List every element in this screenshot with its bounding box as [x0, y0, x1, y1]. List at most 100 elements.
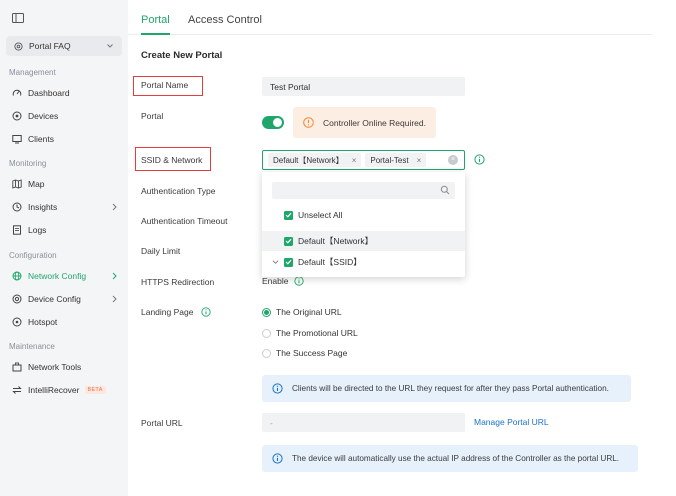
landing-page-label: Landing Page [141, 307, 212, 317]
dropdown-unselect-all[interactable]: Unselect All [262, 205, 465, 225]
map-icon [12, 179, 22, 189]
globe-icon [12, 271, 22, 281]
logs-icon [12, 225, 22, 235]
recover-arrows-icon [12, 385, 22, 395]
radio-original-url[interactable]: The Original URL [262, 307, 342, 317]
site-name: Portal FAQ [29, 41, 71, 51]
sidebar-item-network-config[interactable]: Network Config [12, 269, 120, 283]
sidebar-item-label: Network Config [28, 271, 87, 281]
enable-label: Enable [262, 276, 289, 286]
sidebar-item-insights[interactable]: Insights [12, 200, 120, 214]
tab-portal[interactable]: Portal [141, 14, 170, 26]
tools-icon [12, 362, 22, 372]
sidebar-item-devices[interactable]: Devices [12, 109, 120, 123]
device-config-icon [12, 294, 22, 304]
radio-selected [262, 307, 271, 317]
page-title: Create New Portal [141, 50, 223, 61]
ssid-network-label: SSID & Network [141, 155, 203, 165]
insights-icon [12, 202, 22, 212]
sidebar-item-label: Dashboard [28, 88, 70, 98]
beta-badge: BETA [84, 386, 106, 394]
https-redirection-label: HTTPS Redirection [141, 277, 215, 287]
clear-all-icon[interactable]: × [448, 155, 458, 165]
chip-label: Portal-Test [370, 155, 409, 165]
radio-label: The Original URL [276, 307, 342, 317]
toggle-knob [273, 118, 282, 127]
search-icon [440, 185, 450, 195]
sidebar-item-label: Devices [28, 111, 59, 121]
portal-url-input[interactable]: - [262, 413, 465, 432]
radio-label: The Promotional URL [276, 328, 358, 338]
chevron-right-icon [112, 272, 117, 280]
manage-portal-url-link[interactable]: Manage Portal URL [474, 417, 549, 427]
section-management: Management [9, 68, 56, 77]
location-icon [14, 41, 23, 51]
info-icon[interactable] [294, 276, 305, 286]
dropdown-option-label: Unselect All [298, 210, 343, 220]
portal-url-note: The device will automatically use the ac… [262, 445, 638, 472]
sidebar-item-hotspot[interactable]: Hotspot [12, 315, 120, 329]
sidebar-item-label: IntelliRecover [28, 385, 80, 395]
info-icon [272, 453, 283, 464]
section-maintenance: Maintenance [9, 342, 55, 351]
chevron-right-icon [112, 203, 117, 211]
radio-unselected [262, 328, 271, 338]
sidebar-item-intellirecover[interactable]: IntelliRecover BETA [12, 383, 120, 397]
sidebar-item-logs[interactable]: Logs [12, 223, 120, 237]
info-icon[interactable] [201, 307, 212, 317]
tab-divider [128, 34, 652, 35]
sidebar-item-network-tools[interactable]: Network Tools [12, 360, 120, 374]
sidebar-item-label: Clients [28, 134, 54, 144]
landing-page-label-text: Landing Page [141, 307, 194, 317]
clients-icon [12, 134, 22, 144]
info-icon [272, 383, 283, 394]
remove-chip-icon[interactable]: × [352, 156, 357, 165]
sidebar-item-map[interactable]: Map [12, 177, 120, 191]
sidebar-item-label: Network Tools [28, 362, 82, 372]
note-text: Clients will be directed to the URL they… [292, 384, 609, 393]
daily-limit-label: Daily Limit [141, 246, 181, 256]
https-enable-checkbox[interactable]: Enable [262, 276, 305, 286]
tab-active-indicator [141, 33, 170, 35]
radio-success-page[interactable]: The Success Page [262, 348, 347, 358]
checkbox-checked [284, 257, 293, 267]
sidebar-item-label: Logs [28, 225, 47, 235]
portal-toggle[interactable] [262, 116, 284, 129]
hotspot-icon [12, 317, 22, 327]
sidebar-collapse-icon[interactable] [12, 13, 24, 23]
devices-icon [12, 111, 22, 121]
sidebar-item-dashboard[interactable]: Dashboard [12, 86, 120, 100]
ssid-network-select[interactable]: Default【Network】 × Portal-Test × × [262, 150, 465, 170]
info-icon[interactable] [474, 154, 485, 165]
portal-name-input[interactable]: Test Portal [262, 77, 465, 96]
authentication-type-label: Authentication Type [141, 186, 216, 196]
sidebar-item-label: Map [28, 179, 45, 189]
note-text: The device will automatically use the ac… [292, 454, 620, 463]
ssid-dropdown: Unselect All Default【Network】 Default【SS… [262, 172, 465, 277]
remove-chip-icon[interactable]: × [417, 156, 422, 165]
dropdown-option-label: Default【Network】 [298, 236, 374, 246]
sidebar-item-label: Device Config [28, 294, 81, 304]
radio-promotional-url[interactable]: The Promotional URL [262, 328, 358, 338]
dropdown-search-input[interactable] [272, 182, 455, 199]
ssid-chip: Default【Network】 × [268, 153, 362, 167]
tab-access-control[interactable]: Access Control [188, 14, 262, 26]
sidebar: Portal FAQ Management Dashboard Devices … [0, 0, 128, 496]
section-monitoring: Monitoring [9, 159, 47, 168]
portal-name-label: Portal Name [141, 80, 189, 90]
warning-icon [303, 117, 314, 128]
dropdown-option[interactable]: Default【SSID】 [262, 252, 465, 272]
site-selector[interactable]: Portal FAQ [6, 36, 122, 56]
radio-label: The Success Page [276, 348, 348, 358]
dropdown-option[interactable]: Default【Network】 [262, 231, 465, 251]
section-configuration: Configuration [9, 251, 57, 260]
dashboard-icon [12, 88, 22, 98]
checkbox-checked [284, 210, 293, 220]
portal-label: Portal [141, 111, 164, 121]
chevron-down-icon[interactable] [272, 259, 279, 265]
authentication-timeout-label: Authentication Timeout [141, 216, 228, 226]
portal-url-label: Portal URL [141, 418, 183, 428]
sidebar-item-clients[interactable]: Clients [12, 132, 120, 146]
sidebar-item-device-config[interactable]: Device Config [12, 292, 120, 306]
controller-warning: Controller Online Required. [293, 107, 436, 138]
